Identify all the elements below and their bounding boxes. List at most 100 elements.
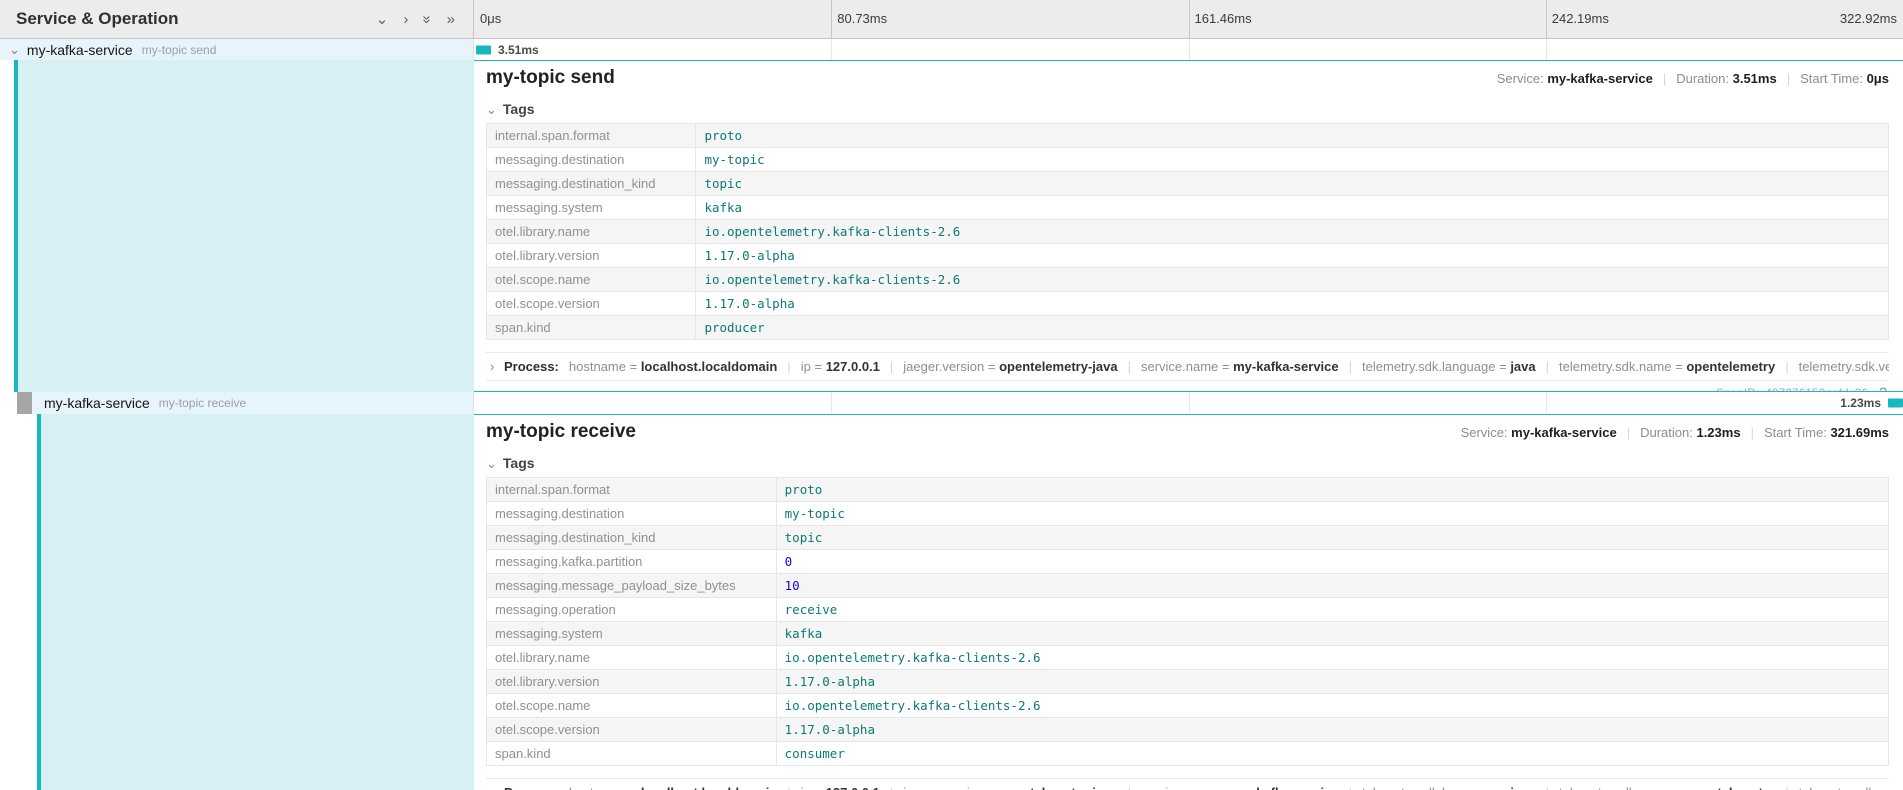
tag-value: 10 xyxy=(785,578,800,593)
timeline-header: Service & Operation ⌄›»» 0μs80.73ms161.4… xyxy=(0,0,1903,39)
tag-row: otel.scope.version 1.17.0-alpha xyxy=(487,718,1889,742)
chevron-down-icon: ⌄ xyxy=(486,457,497,470)
tags-accordion-toggle[interactable]: ⌄ Tags xyxy=(486,455,1889,471)
process-summary: hostnamelocalhost.localdomainip127.0.0.1… xyxy=(569,785,1889,790)
process-kv: telemetry.sdk.languagejava xyxy=(1339,785,1536,790)
tree-connector[interactable] xyxy=(17,392,32,414)
process-kv: service.namemy-kafka-service xyxy=(1118,785,1339,790)
chevron-down-icon: ⌄ xyxy=(486,103,497,116)
tag-value: 1.17.0-alpha xyxy=(785,674,875,689)
span-meta-pair: Start Time: 321.69ms xyxy=(1741,425,1889,440)
expand-all-icon[interactable]: » xyxy=(447,12,455,27)
span-detail-row-send: my-topic send Service: my-kafka-serviceD… xyxy=(0,60,1903,392)
tag-value: 0 xyxy=(785,554,793,569)
tag-value: receive xyxy=(785,602,838,617)
row-gridline xyxy=(1546,39,1547,60)
service-operation-header: Service & Operation ⌄ › » » xyxy=(0,0,474,38)
chevron-right-icon: › xyxy=(490,359,494,374)
tag-value: my-topic xyxy=(785,506,845,521)
process-accordion-toggle[interactable]: › Process:hostnamelocalhost.localdomaini… xyxy=(486,352,1889,381)
span-meta-pair: Duration: 1.23ms xyxy=(1617,425,1741,440)
tag-key: span.kind xyxy=(487,316,696,340)
tag-row: otel.library.nameio.opentelemetry.kafka-… xyxy=(487,646,1889,670)
span-name-cell[interactable]: my-kafka-service my-topic receive xyxy=(0,392,474,414)
span-bar-cell[interactable]: 1.23ms xyxy=(474,392,1903,414)
tag-key: otel.library.name xyxy=(487,220,696,244)
row-gridline xyxy=(1189,392,1190,414)
span-detail-panel: my-topic receive Service: my-kafka-servi… xyxy=(474,414,1903,790)
process-accordion-toggle[interactable]: › Process: hostnamelocalhost.localdomaini… xyxy=(486,778,1889,790)
row-gridline xyxy=(831,39,832,60)
tag-key: messaging.system xyxy=(487,622,777,646)
chevron-down-icon[interactable]: ⌄ xyxy=(9,43,20,56)
span-row-send: ⌄ my-kafka-service my-topic send 3.51ms xyxy=(0,39,1903,60)
tag-key: internal.span.format xyxy=(487,478,777,502)
span-row-receive: my-kafka-service my-topic receive 1.23ms xyxy=(0,392,1903,414)
tree-gutter xyxy=(0,414,37,790)
collapse-all-icon[interactable]: » xyxy=(420,15,435,23)
span-duration-bar[interactable] xyxy=(476,45,491,54)
tag-row: otel.library.version1.17.0-alpha xyxy=(487,244,1889,268)
tag-row: messaging.destination_kind topic xyxy=(487,526,1889,550)
tag-row: otel.library.nameio.opentelemetry.kafka-… xyxy=(487,220,1889,244)
expand-one-icon[interactable]: › xyxy=(403,12,408,27)
tag-key: messaging.message_payload_size_bytes xyxy=(487,574,777,598)
ruler-tick-label: 242.19ms xyxy=(1552,0,1609,38)
process-kv: telemetry.sdk.nameopentelemetry xyxy=(1536,359,1776,374)
ruler-gridline xyxy=(831,0,832,38)
span-bar-cell[interactable]: 3.51ms xyxy=(474,39,1903,60)
tag-value: io.opentelemetry.kafka-clients-2.6 xyxy=(704,272,960,287)
tree-gutter xyxy=(0,392,17,414)
process-kv: ip127.0.0.1 xyxy=(777,359,880,374)
collapse-one-icon[interactable]: ⌄ xyxy=(376,12,389,27)
span-name-cell[interactable]: ⌄ my-kafka-service my-topic send xyxy=(0,39,474,60)
span-detail-meta: Service: my-kafka-serviceDuration: 3.51m… xyxy=(1497,71,1889,86)
tag-value: 1.17.0-alpha xyxy=(785,722,875,737)
trace-timeline-view: Service & Operation ⌄›»» 0μs80.73ms161.4… xyxy=(0,0,1903,790)
tag-row: span.kindconsumer xyxy=(487,742,1889,766)
row-gridline xyxy=(1189,39,1190,60)
process-kv: telemetry.sdk.version1.17.0 xyxy=(1775,785,1889,790)
ruler-gridline xyxy=(1189,0,1190,38)
span-tree-fill[interactable] xyxy=(18,60,474,392)
tag-value: proto xyxy=(704,128,742,143)
tag-row: messaging.destination_kindtopic xyxy=(487,172,1889,196)
tag-key: messaging.operation xyxy=(487,598,777,622)
ruler-tick-label: 322.92ms xyxy=(1840,0,1897,38)
ruler-tick-label: 80.73ms xyxy=(837,0,887,38)
tag-key: otel.scope.version xyxy=(487,718,777,742)
tag-key: otel.library.version xyxy=(487,670,777,694)
tag-key: internal.span.format xyxy=(487,124,696,148)
span-detail-panel: my-topic send Service: my-kafka-serviceD… xyxy=(474,60,1903,392)
tag-key: messaging.destination xyxy=(487,148,696,172)
tags-section-label: Tags xyxy=(503,455,535,471)
tag-row: messaging.operation receive xyxy=(487,598,1889,622)
chevron-right-icon: › xyxy=(490,785,494,790)
span-service-name: my-kafka-service xyxy=(44,395,150,411)
span-duration-bar[interactable] xyxy=(1888,399,1903,408)
span-service-name: my-kafka-service xyxy=(27,42,133,58)
span-tree-fill[interactable] xyxy=(41,414,474,790)
tag-value: kafka xyxy=(704,200,742,215)
tags-table: internal.span.format proto messaging.desti… xyxy=(486,123,1889,340)
tag-key: messaging.destination_kind xyxy=(487,526,777,550)
span-meta-pair: Start Time: 0μs xyxy=(1777,71,1889,86)
process-kv: telemetry.sdk.languagejava xyxy=(1339,359,1536,374)
span-operation-name: my-topic receive xyxy=(159,396,246,410)
tag-value: 1.17.0-alpha xyxy=(704,296,794,311)
tag-value: topic xyxy=(785,530,823,545)
service-operation-title: Service & Operation xyxy=(16,9,179,29)
span-meta-pair: Duration: 3.51ms xyxy=(1653,71,1777,86)
process-label: Process: xyxy=(504,785,559,790)
span-tree-offset xyxy=(0,60,474,392)
process-kv: hostnamelocalhost.localdomain xyxy=(569,785,777,790)
tag-key: messaging.destination_kind xyxy=(487,172,696,196)
span-detail-row-receive: my-topic receive Service: my-kafka-servi… xyxy=(0,414,1903,790)
tag-value: kafka xyxy=(785,626,823,641)
tags-accordion-toggle[interactable]: ⌄ Tags xyxy=(486,101,1889,117)
ruler-tick-label: 161.46ms xyxy=(1195,0,1252,38)
span-name-area[interactable]: my-kafka-service my-topic receive xyxy=(32,392,473,414)
tag-row: messaging.kafka.partition0 xyxy=(487,550,1889,574)
row-gridline xyxy=(1546,392,1547,414)
tag-row: internal.span.formatproto xyxy=(487,478,1889,502)
